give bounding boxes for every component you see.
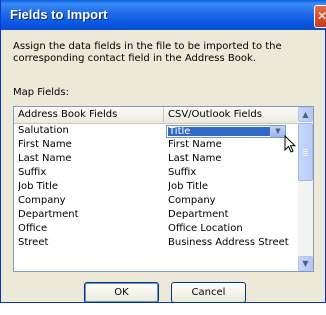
fields-to-import-dialog: Fields to Import ✕ Assign the data field…: [0, 0, 326, 303]
table-row[interactable]: Company Company: [14, 194, 299, 208]
address-book-field: Job Title: [18, 181, 59, 192]
table-row[interactable]: First Name First Name: [14, 138, 299, 152]
chevron-down-icon[interactable]: ▼: [270, 126, 285, 137]
instruction-text: Assign the data fields in the file to be…: [13, 41, 282, 64]
mouse-pointer-icon: [284, 135, 296, 153]
csv-field: Company: [168, 195, 216, 206]
table-row[interactable]: Suffix Suffix: [14, 166, 299, 180]
table-header: Address Book Fields CSV/Outlook Fields: [14, 107, 299, 124]
table-row[interactable]: Salutation Title ▼: [14, 124, 299, 138]
cancel-button[interactable]: Cancel: [171, 282, 246, 303]
csv-field: Office Location: [168, 223, 243, 234]
address-book-field: Salutation: [18, 125, 69, 136]
table-row[interactable]: Street Business Address Street: [14, 236, 299, 250]
arrow-down-icon: ▼: [302, 259, 309, 268]
vertical-scrollbar[interactable]: ▲ ▼: [298, 107, 313, 271]
title-bar: Fields to Import ✕: [1, 0, 326, 30]
thumb-grip: [303, 155, 308, 156]
table-row[interactable]: Last Name Last Name: [14, 152, 299, 166]
scroll-up-button[interactable]: ▲: [298, 107, 313, 122]
address-book-field: Last Name: [18, 153, 72, 164]
table-row[interactable]: Office Office Location: [14, 222, 299, 236]
address-book-field: Company: [18, 195, 66, 206]
thumb-grip: [303, 151, 308, 152]
close-icon: ✕: [317, 9, 326, 23]
table-row[interactable]: Department Department: [14, 208, 299, 222]
address-book-field: Suffix: [18, 167, 47, 178]
thumb-grip: [303, 153, 308, 154]
thumb-grip: [303, 149, 308, 150]
csv-field: First Name: [168, 139, 222, 150]
close-button[interactable]: ✕: [314, 5, 326, 28]
address-book-field: First Name: [18, 139, 72, 150]
table-body: Salutation Title ▼ First Name First Name…: [14, 124, 299, 250]
selected-mapping: Title: [168, 127, 270, 136]
column-header-csv-outlook-fields[interactable]: CSV/Outlook Fields: [164, 107, 299, 123]
scroll-thumb[interactable]: [298, 123, 313, 181]
address-book-field: Street: [18, 237, 49, 248]
arrow-up-icon: ▲: [302, 110, 309, 119]
scroll-down-button[interactable]: ▼: [298, 256, 313, 271]
csv-field: Suffix: [168, 167, 197, 178]
mapping-dropdown[interactable]: Title ▼: [166, 125, 286, 138]
field-mapping-table: Address Book Fields CSV/Outlook Fields S…: [13, 106, 314, 272]
window-title: Fields to Import: [10, 7, 108, 22]
csv-field: Last Name: [168, 153, 222, 164]
csv-field: Department: [168, 209, 229, 220]
column-header-address-book-fields[interactable]: Address Book Fields: [14, 107, 164, 123]
map-fields-label: Map Fields:: [13, 87, 69, 98]
csv-field: Business Address Street: [168, 237, 289, 248]
table-row[interactable]: Job Title Job Title: [14, 180, 299, 194]
address-book-field: Office: [18, 223, 48, 234]
ok-button[interactable]: OK: [84, 282, 159, 303]
address-book-field: Department: [18, 209, 79, 220]
csv-field: Job Title: [168, 181, 209, 192]
